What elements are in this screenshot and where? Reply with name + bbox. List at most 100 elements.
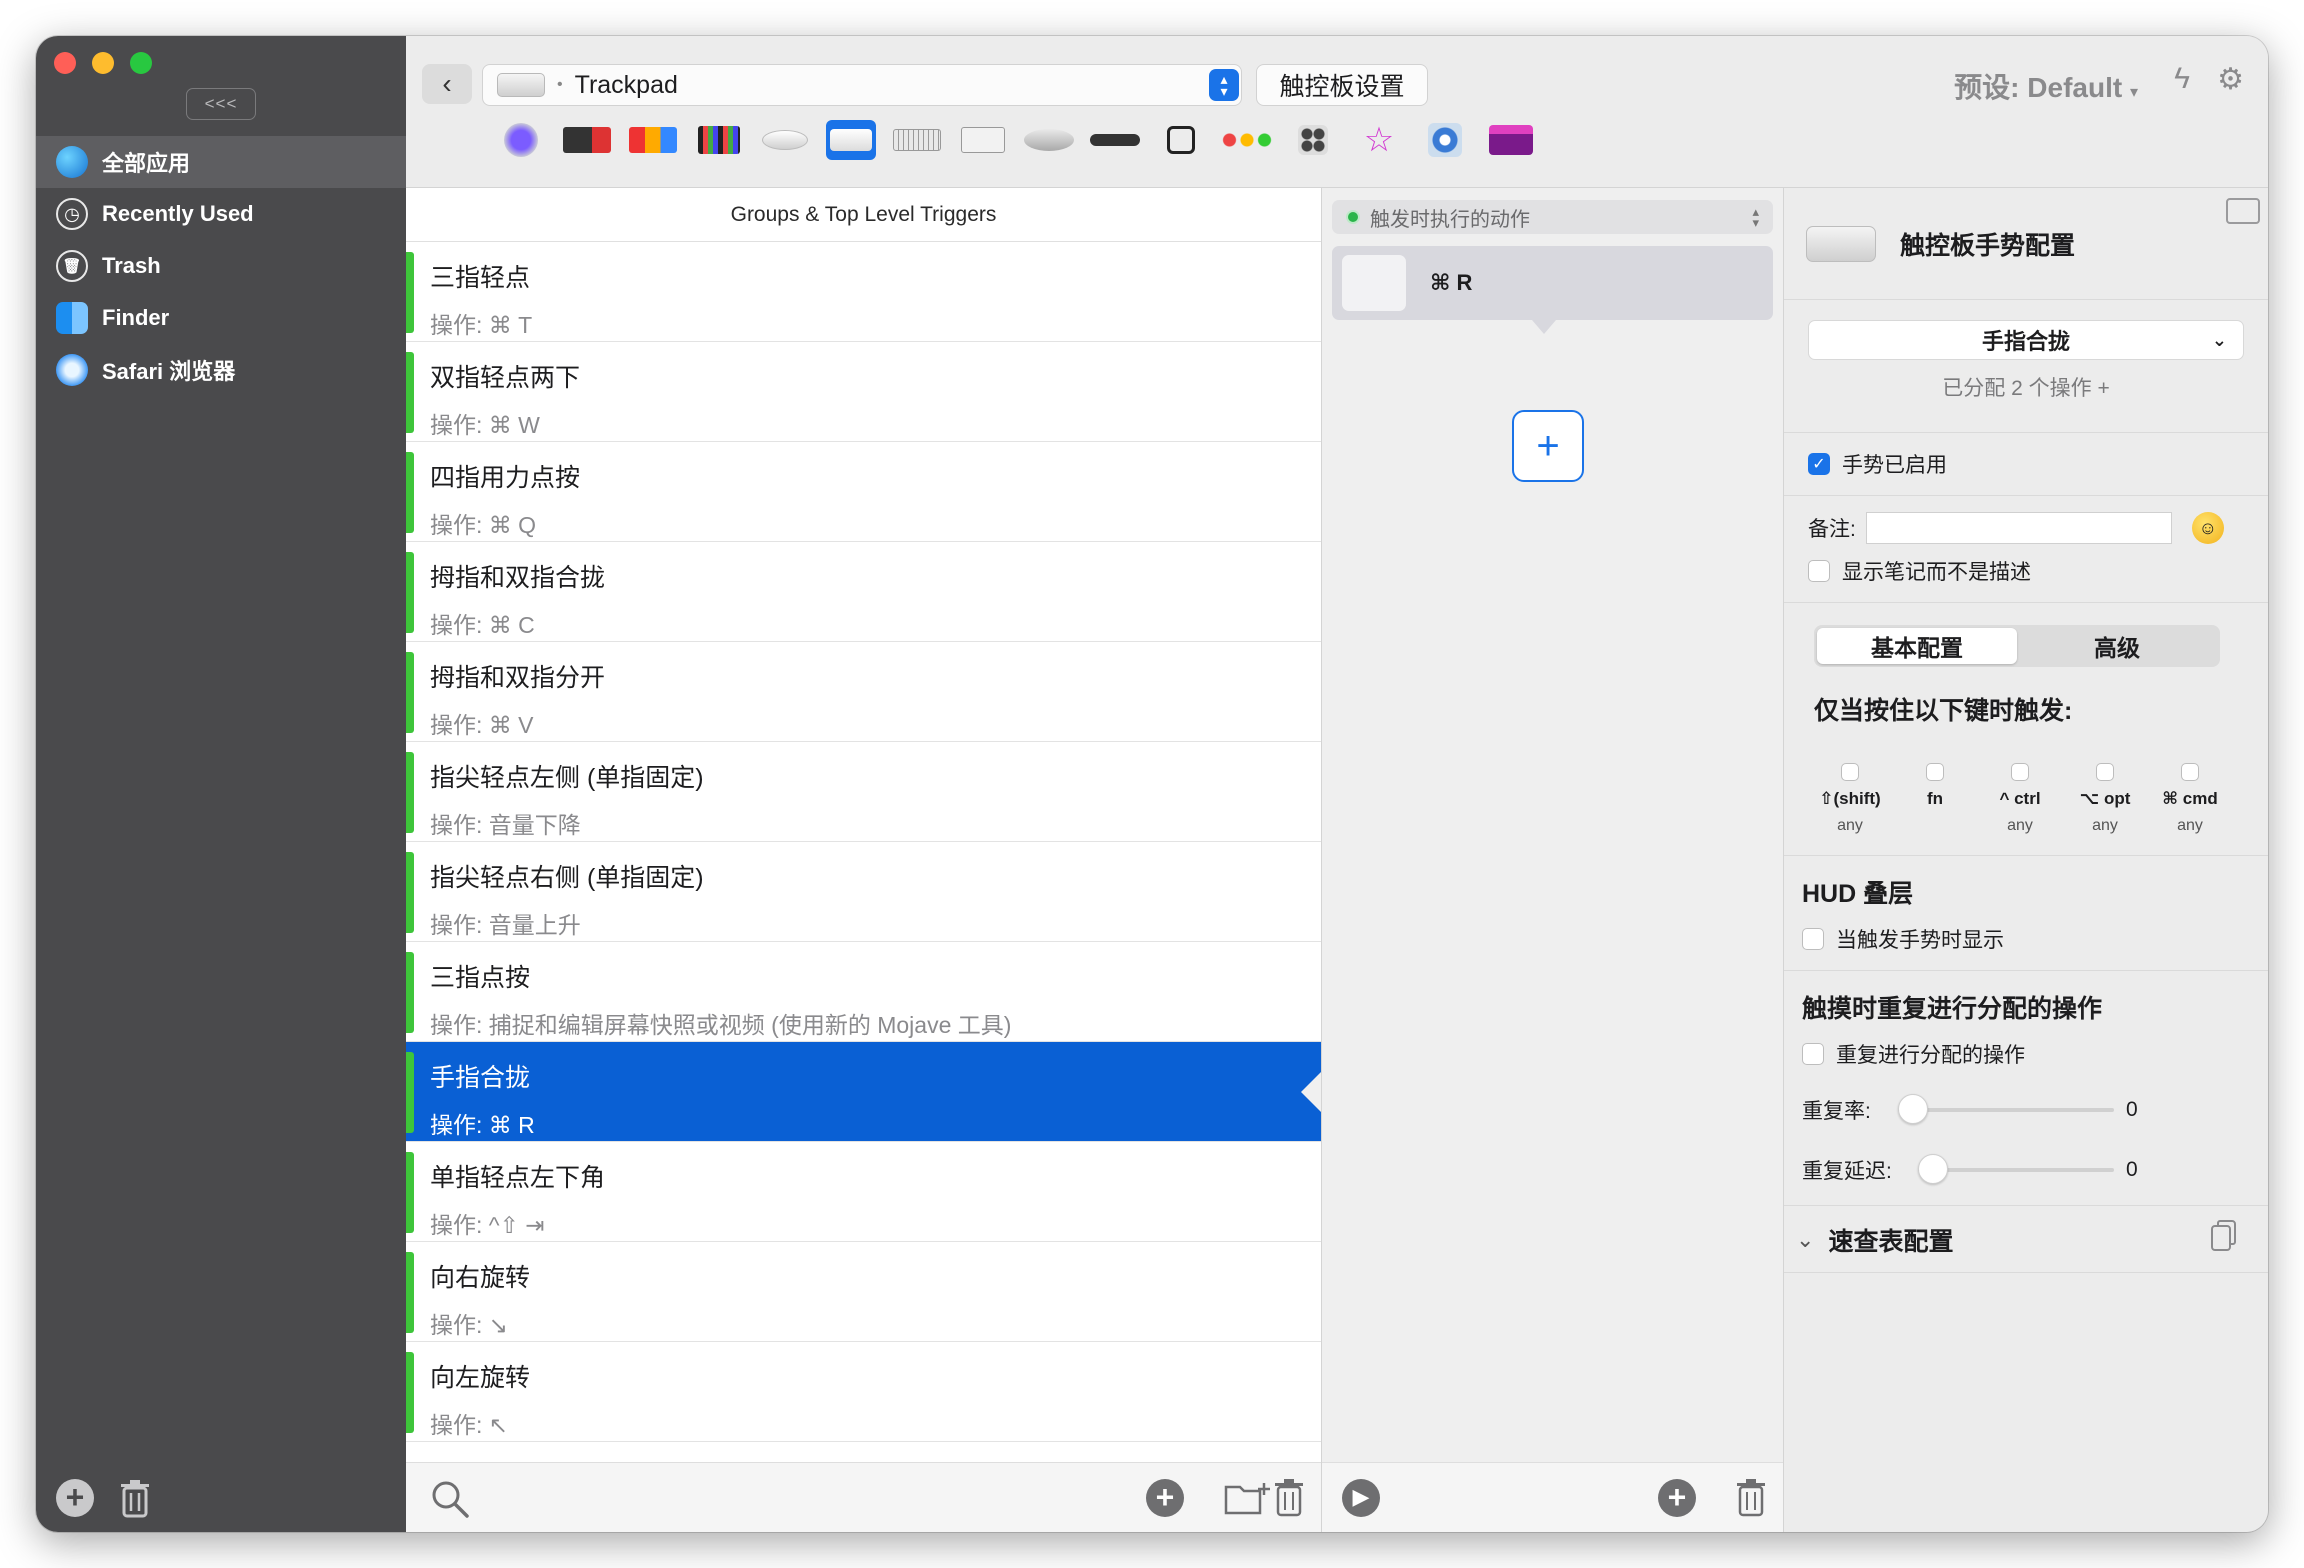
rate-slider[interactable] — [1898, 1094, 2114, 1124]
device-selector[interactable]: • Trackpad ▴ ▾ — [482, 64, 1242, 106]
emoji-picker-icon[interactable]: ☺ — [2191, 512, 2224, 544]
trigger-row[interactable]: 向左旋转 操作: ↖ — [406, 1342, 1321, 1442]
add-app-button[interactable]: + — [56, 1479, 94, 1517]
add-action-button[interactable]: + — [1512, 410, 1584, 482]
selector-arrows-icon: ▴ ▾ — [1209, 69, 1239, 101]
trigger-row[interactable]: 四指用力点按 操作: ⌘ Q — [406, 442, 1321, 542]
checkbox-icon[interactable] — [2096, 763, 2114, 781]
gesture-enabled-checkbox[interactable]: ✓ 手势已启用 — [1802, 449, 2244, 479]
apple-remote-icon[interactable] — [1090, 120, 1140, 160]
repeat-rate-row: 重复率: 0 — [1802, 1094, 2244, 1125]
trigger-row[interactable]: 指尖轻点左侧 (单指固定) 操作: 音量下降 — [406, 742, 1321, 842]
sidebar-item-recently-used[interactable]: ◷ Recently Used — [36, 188, 406, 240]
modifier-shift[interactable]: ⇧(shift) any — [1810, 763, 1890, 835]
floating-menu-icon[interactable] — [1486, 120, 1536, 160]
modifier-cmd[interactable]: ⌘ cmd any — [2150, 763, 2230, 835]
add-group-icon[interactable] — [1224, 1479, 1270, 1517]
copy-icon[interactable] — [2210, 1220, 2238, 1252]
repeat-checkbox[interactable]: 重复进行分配的操作 — [1802, 1039, 2244, 1069]
stream-deck-icon[interactable] — [628, 120, 678, 160]
sidebar-item-finder[interactable]: Finder — [36, 292, 406, 344]
key-sequence-icon[interactable] — [958, 120, 1008, 160]
trigger-row[interactable]: 三指轻点 操作: ⌘ T — [406, 242, 1321, 342]
checkbox-icon[interactable] — [1926, 763, 1944, 781]
play-button[interactable]: ▶ — [1342, 1479, 1380, 1517]
delete-action-icon[interactable] — [1734, 1477, 1768, 1517]
delete-app-icon[interactable] — [118, 1478, 152, 1518]
actions-mode-selector[interactable]: 触发时执行的动作 ▴ ▾ — [1332, 200, 1773, 234]
automations-icon[interactable] — [1420, 120, 1470, 160]
close-window-button[interactable] — [54, 52, 76, 74]
trigger-row[interactable]: 单指轻点左下角 操作: ^⇧ ⇥ — [406, 1142, 1321, 1242]
trigger-row[interactable]: 指尖轻点右侧 (单指固定) 操作: 音量上升 — [406, 842, 1321, 942]
named-triggers-icon[interactable] — [1222, 120, 1272, 160]
trigger-row[interactable]: 拇指和双指分开 操作: ⌘ V — [406, 642, 1321, 742]
trigger-row-selected[interactable]: 手指合拢 操作: ⌘ R — [406, 1042, 1321, 1142]
show-note-checkbox[interactable]: 显示笔记而不是描述 — [1802, 556, 2244, 586]
note-input[interactable] — [1865, 512, 2172, 544]
tab-basic[interactable]: 基本配置 — [1817, 628, 2017, 664]
trigger-row[interactable]: 拇指和双指合拢 操作: ⌘ C — [406, 542, 1321, 642]
game-controller-icon[interactable] — [1288, 120, 1338, 160]
magic-mouse-icon[interactable] — [760, 120, 810, 160]
modifier-ctrl[interactable]: ^ ctrl any — [1980, 763, 2060, 835]
bolt-icon[interactable]: ϟ — [2174, 62, 2190, 96]
trigger-action: 操作: ⌘ T — [430, 312, 533, 338]
gear-icon[interactable]: ⚙ — [2217, 62, 2244, 97]
slider-knob[interactable] — [1898, 1094, 1928, 1124]
chevron-down-icon[interactable]: ⌄ — [1796, 1227, 1814, 1253]
checkbox-icon[interactable] — [1802, 928, 1824, 950]
add-trigger-button[interactable]: + — [1146, 1479, 1184, 1517]
modifier-any[interactable]: any — [2007, 817, 2033, 835]
modifier-any[interactable]: any — [1837, 817, 1863, 835]
search-icon[interactable] — [430, 1479, 470, 1519]
keyboard-grid-icon[interactable] — [694, 120, 744, 160]
sidebar-item-trash[interactable]: 🗑 Trash — [36, 240, 406, 292]
trigger-action: 操作: ⌘ C — [430, 612, 535, 638]
touch-bar-icon[interactable] — [562, 120, 612, 160]
hud-checkbox[interactable]: 当触发手势时显示 — [1802, 924, 2244, 954]
minimize-window-button[interactable] — [92, 52, 114, 74]
checkbox-checked-icon[interactable]: ✓ — [1808, 453, 1830, 475]
trigger-action: 操作: ⌘ R — [430, 1112, 535, 1138]
checkbox-icon[interactable] — [1802, 1043, 1824, 1065]
checkbox-icon[interactable] — [2011, 763, 2029, 781]
delete-trigger-icon[interactable] — [1272, 1477, 1306, 1517]
maximize-window-button[interactable] — [130, 52, 152, 74]
collapse-sidebar-button[interactable]: <<< — [186, 88, 256, 120]
delay-slider[interactable] — [1918, 1154, 2114, 1184]
slider-knob[interactable] — [1918, 1154, 1948, 1184]
trackpad-settings-button[interactable]: 触控板设置 — [1256, 64, 1428, 106]
action-icon-slot — [1342, 255, 1406, 311]
trigger-title: 拇指和双指合拢 — [430, 564, 606, 592]
back-button[interactable]: ‹ — [422, 64, 472, 104]
trigger-row[interactable]: 双指轻点两下 操作: ⌘ W — [406, 342, 1321, 442]
add-action-footer-button[interactable]: + — [1658, 1479, 1696, 1517]
trigger-row[interactable]: 三指点按 操作: 捕捉和编辑屏幕快照或视频 (使用新的 Mojave 工具) — [406, 942, 1321, 1042]
modifiers-section: 基本配置 高级 仅当按住以下键时触发: ⇧(shift) any fn ^ ct… — [1784, 625, 2268, 856]
gesture-select[interactable]: 手指合拢 ⌄ — [1808, 320, 2244, 360]
assigned-count[interactable]: 已分配 2 个操作 + — [1784, 372, 2268, 433]
all-triggers-icon[interactable] — [496, 120, 546, 160]
action-item[interactable]: ⌘ R — [1332, 246, 1773, 334]
cheatsheet-section[interactable]: ⌄ 速查表配置 — [1784, 1206, 2268, 1273]
checkbox-icon[interactable] — [1841, 763, 1859, 781]
checkbox-icon[interactable] — [1808, 560, 1830, 582]
drawing-gestures-icon[interactable]: ☆ — [1354, 120, 1404, 160]
checkbox-icon[interactable] — [2181, 763, 2199, 781]
trackpad-device-icon[interactable] — [826, 120, 876, 160]
sidebar-item-safari[interactable]: Safari 浏览器 — [36, 344, 406, 396]
trigger-row[interactable]: 向右旋转 操作: ↘ — [406, 1242, 1321, 1342]
modifier-any[interactable]: any — [2177, 817, 2203, 835]
sidebar-item-all-apps[interactable]: 全部应用 — [36, 136, 406, 188]
modifier-any[interactable]: any — [2092, 817, 2118, 835]
panel-toggle-icon[interactable] — [2226, 198, 2260, 224]
midi-icon[interactable] — [1156, 120, 1206, 160]
modifier-fn[interactable]: fn — [1895, 763, 1975, 835]
tab-advanced[interactable]: 高级 — [2017, 628, 2217, 664]
keyboard-icon[interactable] — [892, 120, 942, 160]
modifier-opt[interactable]: ⌥ opt any — [2065, 763, 2145, 835]
preset-selector[interactable]: 预设: Default ▾ — [1954, 66, 2138, 106]
modifier-label: ⌘ cmd — [2162, 789, 2218, 808]
siri-remote-icon[interactable] — [1024, 120, 1074, 160]
